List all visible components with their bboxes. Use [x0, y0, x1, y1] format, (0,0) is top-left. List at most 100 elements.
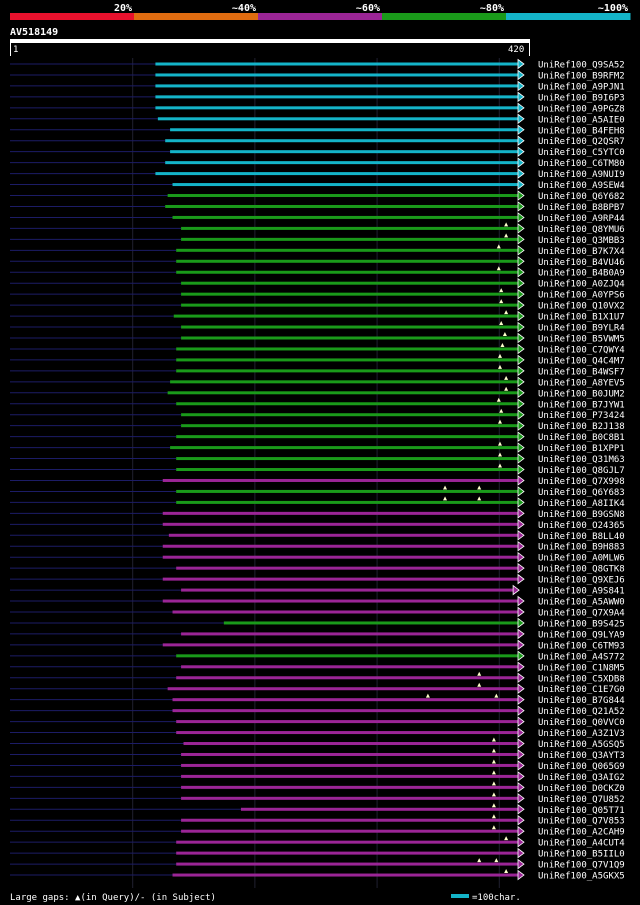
hit-label[interactable]: UniRef100_Q7U852 — [538, 795, 625, 805]
hit-label[interactable]: UniRef100_B9YLR4 — [538, 324, 625, 334]
hit-label[interactable]: UniRef100_Q7X9A4 — [538, 609, 625, 619]
alignment-end-arrow — [517, 146, 525, 157]
hit-label[interactable]: UniRef100_B9I6P3 — [538, 93, 625, 103]
alignment-bar — [172, 183, 520, 187]
alignment-end-arrow — [517, 475, 525, 486]
hit-label[interactable]: UniRef100_Q8GTK8 — [538, 565, 625, 575]
hit-label[interactable]: UniRef100_Q8GJL7 — [538, 466, 625, 476]
hit-label[interactable]: UniRef100_B1XPP1 — [538, 444, 625, 454]
hit-label[interactable]: UniRef100_A9RP44 — [538, 214, 625, 224]
hit-label[interactable]: UniRef100_C6TM93 — [538, 641, 625, 651]
hit-label[interactable]: UniRef100_C1E7G0 — [538, 685, 625, 695]
hit-label[interactable]: UniRef100_B4FEH8 — [538, 126, 625, 136]
hit-label[interactable]: UniRef100_A2CAH9 — [538, 828, 625, 838]
hit-row: UniRef100_A5GSQ5 — [10, 737, 625, 750]
hit-label[interactable]: UniRef100_Q8YMU6 — [538, 225, 625, 235]
hit-label[interactable]: UniRef100_D0CKZ0 — [538, 784, 625, 794]
alignment-bar — [176, 676, 519, 680]
hit-label[interactable]: UniRef100_B8LL40 — [538, 532, 625, 542]
hit-label[interactable]: UniRef100_B2J138 — [538, 422, 625, 432]
hit-label[interactable]: UniRef100_Q21A52 — [538, 707, 625, 717]
hit-label[interactable]: UniRef100_B7JYW1 — [538, 400, 625, 410]
hit-label[interactable]: UniRef100_Q9LYA9 — [538, 630, 625, 640]
hit-row: UniRef100_B7G844 — [10, 693, 625, 706]
query-gap-marker — [504, 375, 509, 380]
hit-label[interactable]: UniRef100_C5XDB8 — [538, 674, 625, 684]
hit-label[interactable]: UniRef100_A9SEW4 — [538, 181, 625, 191]
hit-label[interactable]: UniRef100_A8IIK4 — [538, 499, 625, 509]
hit-label[interactable]: UniRef100_B9S425 — [538, 619, 625, 629]
hit-label[interactable]: UniRef100_A0YPS6 — [538, 291, 625, 301]
hit-label[interactable]: UniRef100_Q065G9 — [538, 762, 625, 772]
hit-label[interactable]: UniRef100_B8BPB7 — [538, 203, 625, 213]
hit-label[interactable]: UniRef100_C5YTC0 — [538, 148, 625, 158]
alignment-bar — [176, 840, 519, 844]
hit-label[interactable]: UniRef100_Q9XEJ6 — [538, 576, 625, 586]
query-gap-marker — [499, 408, 504, 413]
hit-label[interactable]: UniRef100_B9RFM2 — [538, 71, 625, 81]
hit-label[interactable]: UniRef100_Q31M63 — [538, 455, 625, 465]
hit-label[interactable]: UniRef100_Q05T71 — [538, 806, 625, 816]
query-gap-marker — [504, 869, 509, 874]
hit-label[interactable]: UniRef100_Q7V853 — [538, 817, 625, 827]
hit-label[interactable]: UniRef100_A9PJN1 — [538, 82, 625, 92]
query-gap-marker — [477, 682, 482, 687]
hit-label[interactable]: UniRef100_B9H883 — [538, 543, 625, 553]
hit-label[interactable]: UniRef100_C6TM80 — [538, 159, 625, 169]
hit-row: UniRef100_Q065G9 — [10, 759, 625, 772]
hit-label[interactable]: UniRef100_A4S772 — [538, 652, 625, 662]
query-gap-marker — [504, 836, 509, 841]
hit-label[interactable]: UniRef100_B4B0A9 — [538, 269, 625, 279]
hit-label[interactable]: UniRef100_B7K7X4 — [538, 247, 625, 257]
hit-label[interactable]: UniRef100_A9S841 — [538, 587, 625, 597]
alignment-bar — [172, 873, 520, 877]
hit-label[interactable]: UniRef100_B9GSN8 — [538, 510, 625, 520]
hit-label[interactable]: UniRef100_B4VU46 — [538, 258, 625, 268]
hit-label[interactable]: UniRef100_Q9SA52 — [538, 61, 625, 71]
alignment-end-arrow — [517, 453, 525, 464]
hit-row: UniRef100_B9GSN8 — [10, 508, 625, 520]
hit-label[interactable]: UniRef100_Q4C4M7 — [538, 356, 625, 366]
hit-label[interactable]: UniRef100_A5GKX5 — [538, 872, 625, 882]
hit-label[interactable]: UniRef100_A0ZJQ4 — [538, 280, 625, 290]
hit-label[interactable]: UniRef100_A8YEV5 — [538, 378, 625, 388]
alignment-bar — [181, 818, 520, 822]
alignment-end-arrow — [517, 288, 525, 300]
hit-label[interactable]: UniRef100_A0MLW6 — [538, 554, 625, 564]
hit-label[interactable]: UniRef100_A9NUI9 — [538, 170, 625, 180]
alignment-bar — [181, 665, 520, 669]
hit-row: UniRef100_B9RFM2 — [10, 69, 625, 81]
hit-label[interactable]: UniRef100_C7QWY4 — [538, 345, 625, 355]
hit-label[interactable]: UniRef100_B5IIL0 — [538, 850, 625, 860]
hit-label[interactable]: UniRef100_B7G844 — [538, 696, 625, 706]
hit-label[interactable]: UniRef100_A3Z1V3 — [538, 729, 625, 739]
hit-label[interactable]: UniRef100_Q3MBB3 — [538, 236, 625, 246]
hit-label[interactable]: UniRef100_B0JUM2 — [538, 389, 625, 399]
hit-label[interactable]: UniRef100_Q7V1Q9 — [538, 861, 625, 871]
hit-label[interactable]: UniRef100_Q10VX2 — [538, 302, 625, 312]
hit-row: UniRef100_B4WSF7 — [10, 364, 625, 377]
hit-label[interactable]: UniRef100_B5VWM5 — [538, 335, 625, 345]
alignment-end-arrow — [517, 705, 525, 716]
hit-label[interactable]: UniRef100_A5AIE0 — [538, 115, 625, 125]
hit-label[interactable]: UniRef100_Q7X998 — [538, 477, 625, 487]
hit-label[interactable]: UniRef100_Q6Y682 — [538, 192, 625, 202]
hit-label[interactable]: UniRef100_Q6Y683 — [538, 488, 625, 498]
hit-label[interactable]: UniRef100_O24365 — [538, 521, 625, 531]
hit-label[interactable]: UniRef100_A5AWW0 — [538, 598, 625, 608]
hit-label[interactable]: UniRef100_B1X1U7 — [538, 313, 625, 323]
hit-label[interactable]: UniRef100_A4CUT4 — [538, 839, 625, 849]
hit-label[interactable]: UniRef100_Q3AYT3 — [538, 751, 625, 761]
hit-label[interactable]: UniRef100_P73424 — [538, 411, 625, 421]
hit-label[interactable]: UniRef100_Q2QSR7 — [538, 137, 625, 147]
hit-row: UniRef100_C1N8M5 — [10, 661, 625, 673]
hit-label[interactable]: UniRef100_B0C8B1 — [538, 433, 625, 443]
hit-label[interactable]: UniRef100_Q3AIG2 — [538, 773, 625, 783]
hit-label[interactable]: UniRef100_Q0VVC0 — [538, 718, 625, 728]
hit-label[interactable]: UniRef100_A5GSQ5 — [538, 740, 625, 750]
hit-row: UniRef100_Q8YMU6 — [10, 222, 625, 235]
hit-label[interactable]: UniRef100_C1N8M5 — [538, 663, 625, 673]
hit-label[interactable]: UniRef100_A9PGZ8 — [538, 104, 625, 114]
hit-label[interactable]: UniRef100_B4WSF7 — [538, 367, 625, 377]
query-gap-marker — [498, 452, 503, 457]
